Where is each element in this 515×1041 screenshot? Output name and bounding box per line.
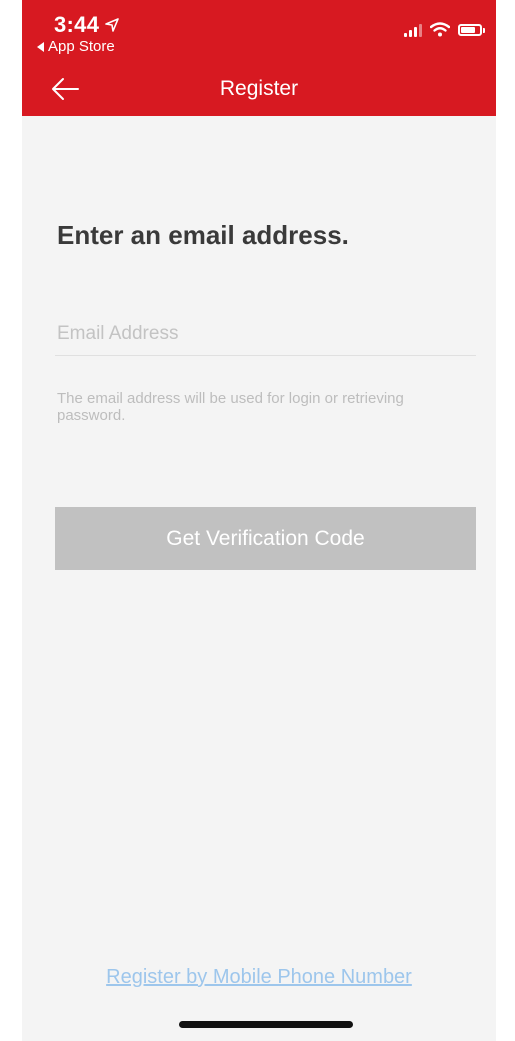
- wifi-icon: [430, 22, 450, 37]
- back-to-app-link[interactable]: App Store: [37, 38, 115, 55]
- phone-screen: 3:44 App Store Register Enter an email a…: [22, 0, 496, 1041]
- form-heading: Enter an email address.: [57, 220, 349, 250]
- battery-icon: [458, 23, 485, 36]
- app-header: 3:44 App Store Register: [22, 0, 496, 116]
- email-field[interactable]: [55, 312, 476, 356]
- status-time: 3:44: [54, 12, 120, 38]
- cellular-signal-icon: [404, 23, 422, 37]
- email-hint-text: The email address will be used for login…: [57, 390, 404, 424]
- home-indicator: [179, 1021, 353, 1028]
- back-triangle-icon: [37, 41, 44, 52]
- time-text: 3:44: [54, 12, 100, 37]
- back-to-app-label: App Store: [48, 38, 115, 55]
- get-verification-code-button[interactable]: Get Verification Code: [55, 507, 476, 570]
- location-arrow-icon: [105, 18, 120, 32]
- register-by-phone-link[interactable]: Register by Mobile Phone Number: [22, 966, 496, 989]
- page-title: Register: [219, 77, 299, 100]
- status-icons: [404, 22, 485, 37]
